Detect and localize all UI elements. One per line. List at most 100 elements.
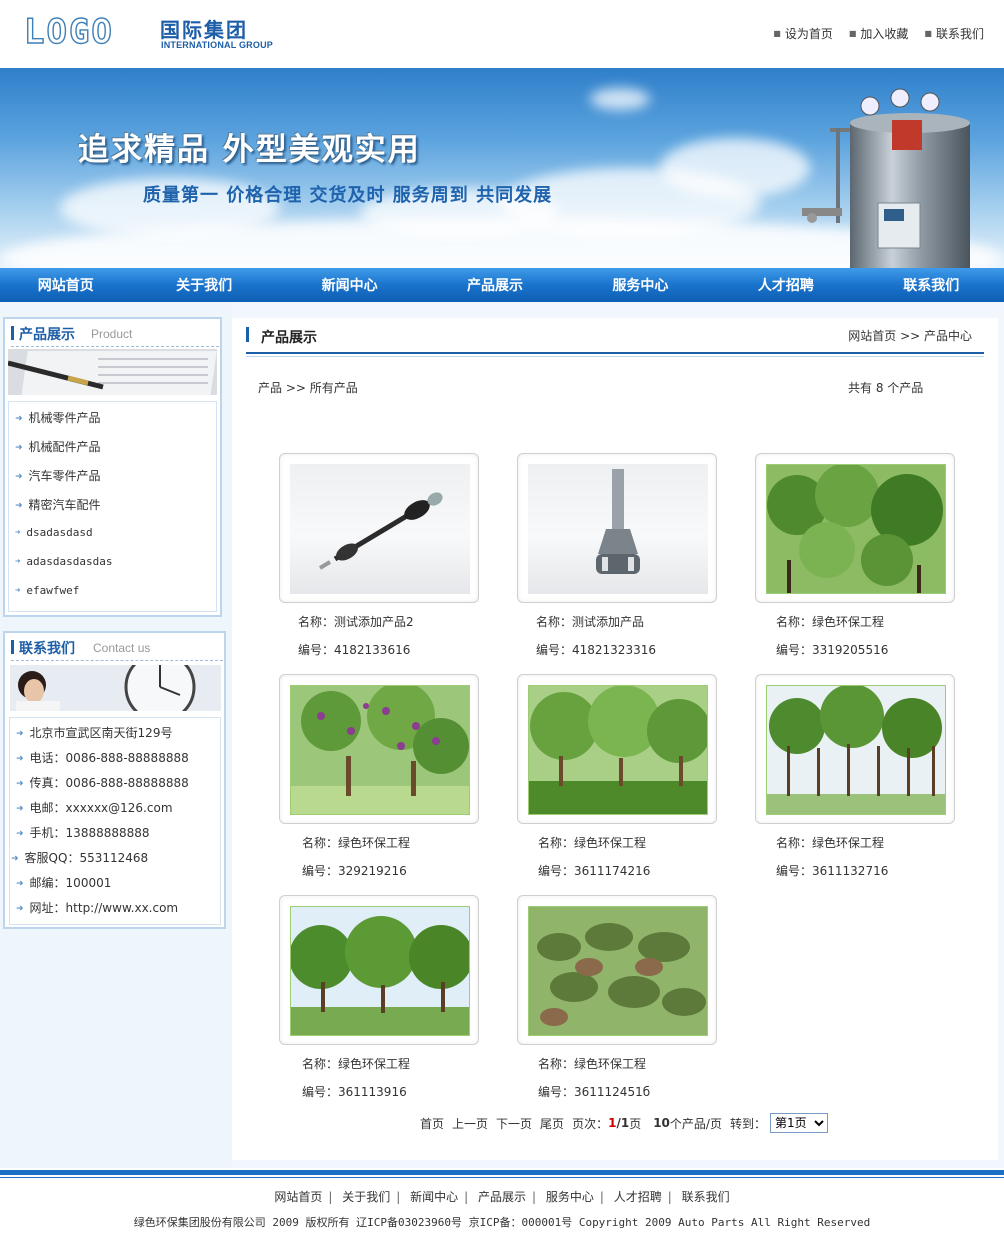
contact-mobile: ➜ 手机：13888888888 bbox=[16, 826, 150, 840]
product-image-green-leaves bbox=[766, 464, 946, 594]
set-homepage-link[interactable]: ■ 设为首页 bbox=[773, 25, 833, 42]
first-page-link[interactable]: 首页 bbox=[420, 1115, 444, 1132]
footer-link-jobs[interactable]: 人才招聘 bbox=[614, 1190, 662, 1204]
product-code: 编号：361113916 bbox=[302, 1085, 407, 1099]
product-name[interactable]: 名称：绿色环保工程 bbox=[776, 613, 884, 630]
footer-link-home[interactable]: 网站首页 bbox=[274, 1190, 322, 1204]
pen-document-image bbox=[8, 349, 217, 395]
product-image-axle bbox=[290, 464, 470, 594]
footer-link-products[interactable]: 产品展示 bbox=[478, 1190, 526, 1204]
arrow-icon: ➜ bbox=[16, 804, 24, 814]
product-card[interactable] bbox=[279, 895, 479, 1045]
contact-box-title: 联系我们 bbox=[19, 641, 75, 657]
arrow-icon: ➜ bbox=[15, 586, 21, 596]
product-code: 编号：41821323316 bbox=[536, 643, 656, 657]
arrow-icon: ➜ bbox=[16, 904, 24, 914]
product-image-purple-flower-tree bbox=[290, 685, 470, 815]
logo[interactable]: LOGO bbox=[23, 11, 114, 52]
nav-contact[interactable]: 联系我们 bbox=[859, 275, 1004, 295]
page-title: 产品展示 bbox=[261, 330, 317, 346]
next-page-link[interactable]: 下一页 bbox=[496, 1115, 532, 1132]
contact-email[interactable]: ➜ 电邮：xxxxxx@126.com bbox=[10, 799, 173, 824]
bullet-icon: ■ bbox=[773, 29, 781, 38]
per-page-count: 10 bbox=[653, 1116, 670, 1130]
product-name[interactable]: 名称：测试添加产品 bbox=[536, 613, 644, 630]
boiler-image bbox=[802, 88, 970, 270]
product-name[interactable]: 名称：绿色环保工程 bbox=[776, 834, 884, 851]
nav-service[interactable]: 服务中心 bbox=[568, 275, 713, 295]
contact-qq: ➜ 客服QQ：553112468 bbox=[11, 851, 149, 865]
page-suffix: 页 bbox=[629, 1116, 642, 1131]
footer-link-contact[interactable]: 联系我们 bbox=[682, 1190, 730, 1204]
breadcrumb[interactable]: 网站首页 >> 产品中心 bbox=[848, 327, 972, 344]
nav-jobs[interactable]: 人才招聘 bbox=[713, 275, 858, 295]
product-image-tree-grove bbox=[766, 685, 946, 815]
company-name-cn: 国际集团 bbox=[160, 18, 248, 42]
banner-subline: 质量第一 价格合理 交货及时 服务周到 共同发展 bbox=[143, 185, 553, 206]
arrow-icon: ➜ bbox=[16, 729, 24, 739]
category-item[interactable]: ➜ 精密汽车配件 bbox=[9, 496, 101, 521]
category-item[interactable]: ➜ 汽车零件产品 bbox=[9, 467, 101, 492]
product-name[interactable]: 名称：绿色环保工程 bbox=[538, 834, 646, 851]
arrow-icon: ➜ bbox=[15, 557, 21, 567]
product-card[interactable] bbox=[755, 674, 955, 824]
bullet-icon: ■ bbox=[924, 29, 932, 38]
arrow-icon: ➜ bbox=[16, 879, 24, 889]
product-card[interactable] bbox=[279, 453, 479, 603]
add-favorite-link[interactable]: ■ 加入收藏 bbox=[849, 25, 909, 42]
footer-divider bbox=[0, 1170, 1004, 1175]
product-name[interactable]: 名称：绿色环保工程 bbox=[302, 834, 410, 851]
header-bar bbox=[246, 327, 249, 342]
product-card[interactable] bbox=[517, 453, 717, 603]
product-box-title: 产品展示 bbox=[19, 327, 75, 343]
product-code: 编号：4182133616 bbox=[298, 643, 411, 657]
product-image-tree-row bbox=[290, 906, 470, 1036]
footer-link-about[interactable]: 关于我们 bbox=[342, 1190, 390, 1204]
nav-products[interactable]: 产品展示 bbox=[422, 275, 567, 295]
product-card[interactable] bbox=[517, 674, 717, 824]
nav-about[interactable]: 关于我们 bbox=[131, 275, 276, 295]
nav-news[interactable]: 新闻中心 bbox=[277, 275, 422, 295]
arrow-icon: ➜ bbox=[16, 829, 24, 839]
contact-fax: ➜ 传真：0086-888-88888888 bbox=[16, 776, 189, 790]
product-card[interactable] bbox=[755, 453, 955, 603]
product-image-willow-trees bbox=[528, 685, 708, 815]
arrow-icon: ➜ bbox=[15, 414, 23, 424]
contact-info-list: ➜ 北京市宣武区南天街129号 ➜ 电话：0086-888-88888888 ➜ 传真… bbox=[9, 717, 221, 925]
footer-link-service[interactable]: 服务中心 bbox=[546, 1190, 594, 1204]
arrow-icon: ➜ bbox=[15, 528, 21, 538]
product-image-dense-leaves bbox=[528, 906, 708, 1036]
product-category-list: ➜ 机械零件产品 ➜ 机械配件产品 ➜ 汽车零件产品 ➜ 精密汽车配件 ➜ dsadasd… bbox=[8, 401, 217, 612]
contact-website[interactable]: ➜ 网址：http://www.xx.com bbox=[10, 899, 178, 924]
page-select[interactable]: 第1页 bbox=[769, 1113, 828, 1133]
copyright: 绿色环保集团股份有限公司 2009 版权所有 辽ICP备03023960号 京I… bbox=[133, 1216, 871, 1229]
site-header: LOGO 国际集团 INTERNATIONAL GROUP ■ 设为首页 ■ 加入收… bbox=[0, 0, 1004, 68]
footer-link-news[interactable]: 新闻中心 bbox=[410, 1190, 458, 1204]
category-item[interactable]: ➜ adasdasdasdas bbox=[9, 555, 113, 580]
nav-home[interactable]: 网站首页 bbox=[0, 275, 131, 295]
footer-divider-thin bbox=[0, 1177, 1004, 1178]
category-item[interactable]: ➜ efawfwef bbox=[9, 584, 79, 609]
main-nav: 网站首页 关于我们 新闻中心 产品展示 服务中心 人才招聘 联系我们 bbox=[0, 268, 1004, 302]
main-title-bar: 产品展示 网站首页 >> 产品中心 bbox=[246, 322, 984, 357]
contact-us-link[interactable]: ■ 联系我们 bbox=[924, 25, 984, 42]
product-name[interactable]: 名称：绿色环保工程 bbox=[538, 1055, 646, 1072]
product-name[interactable]: 名称：绿色环保工程 bbox=[302, 1055, 410, 1072]
product-name[interactable]: 名称：测试添加产品2 bbox=[298, 613, 414, 630]
arrow-icon: ➜ bbox=[15, 443, 23, 453]
product-card[interactable] bbox=[279, 674, 479, 824]
prev-page-link[interactable]: 上一页 bbox=[452, 1115, 488, 1132]
total-pages: 1 bbox=[620, 1116, 630, 1130]
product-card[interactable] bbox=[517, 895, 717, 1045]
goto-label: 转到： bbox=[729, 1116, 766, 1131]
category-item[interactable]: ➜ dsadasdasd bbox=[9, 526, 93, 551]
arrow-icon: ➜ bbox=[15, 472, 23, 482]
product-code: 编号：329219216 bbox=[302, 864, 407, 878]
product-image-cv-joint bbox=[528, 464, 708, 594]
pagination: 首页 上一页 下一页 尾页 页次： 1/1 页 10 个产品/页 转到： 第1页 bbox=[420, 1113, 828, 1133]
last-page-link[interactable]: 尾页 bbox=[540, 1115, 564, 1132]
sub-breadcrumb[interactable]: 产品 >> 所有产品 bbox=[258, 379, 358, 396]
category-item[interactable]: ➜ 机械配件产品 bbox=[9, 438, 101, 463]
category-item[interactable]: ➜ 机械零件产品 bbox=[9, 409, 101, 434]
contact-phone: ➜ 电话：0086-888-88888888 bbox=[16, 751, 189, 765]
